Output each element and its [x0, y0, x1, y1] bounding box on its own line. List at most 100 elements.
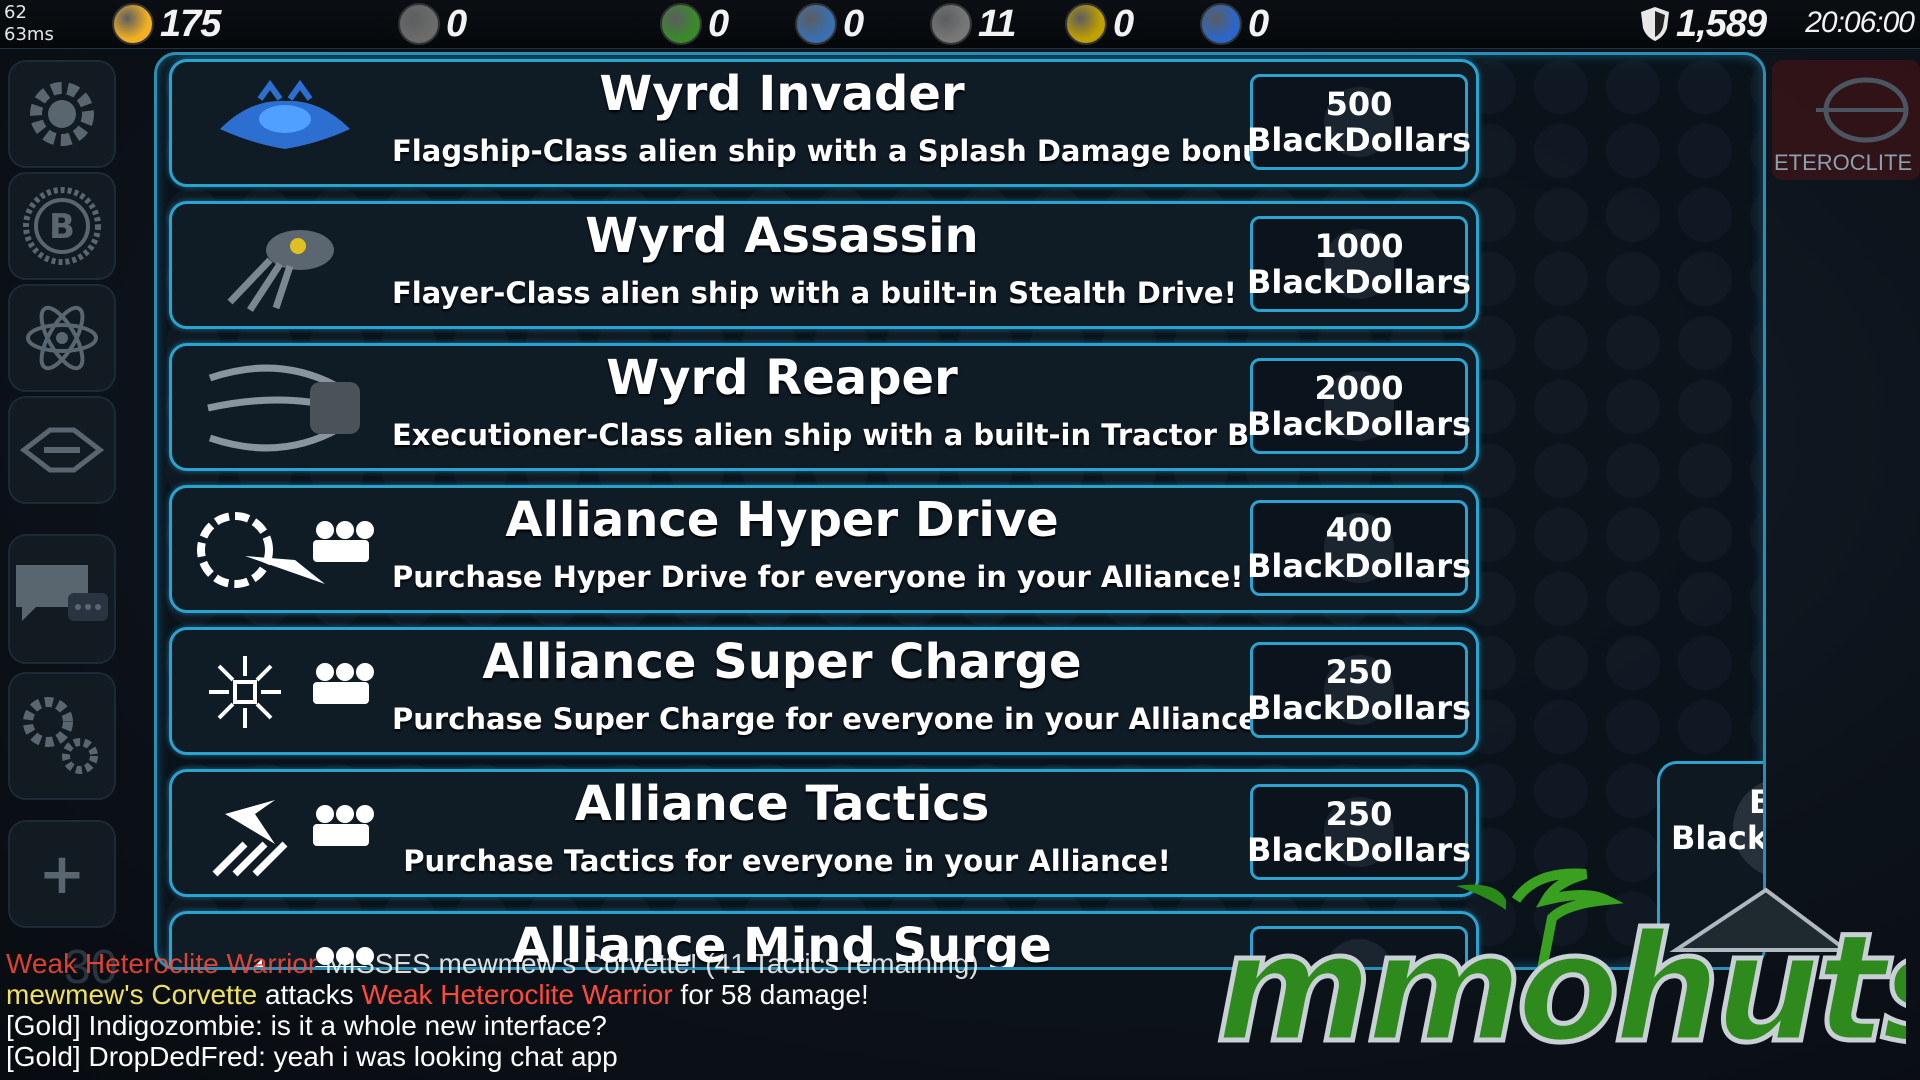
chat-line: [Gold] Indigozombie: is it a whole new i… — [6, 1010, 1186, 1041]
resource-value: 0 — [708, 2, 729, 45]
price-currency: BlackDollars — [1246, 405, 1472, 443]
resource-dark-matter: 11 — [930, 2, 1016, 45]
invader-ship-icon — [190, 72, 380, 176]
enemy-ship-icon — [1816, 77, 1909, 143]
svg-text:mmohuts: mmohuts — [1216, 902, 1906, 1060]
shop-item-wyrd-reaper[interactable]: Wyrd Reaper Executioner-Class alien ship … — [169, 343, 1479, 471]
shop-item-wyrd-invader[interactable]: Wyrd Invader Flagship-Class alien ship wi… — [169, 59, 1479, 187]
reaper-ship-icon — [190, 356, 380, 460]
research-button[interactable] — [8, 284, 116, 392]
chat-log: Weak Heteroclite Warrior MISSES mewmew's… — [6, 948, 1186, 1072]
leaf-icon — [660, 3, 702, 45]
shop-panel: Wyrd Invader Flagship-Class alien ship wi… — [154, 52, 1766, 970]
item-name: Alliance Hyper Drive — [505, 492, 1059, 548]
resource-energy: 0 — [1200, 2, 1269, 45]
price-currency: BlackDollars — [1246, 689, 1472, 727]
price-amount: 500 — [1325, 85, 1393, 123]
plus-icon: + — [38, 841, 86, 907]
atom-icon — [930, 3, 972, 45]
chat-button[interactable] — [8, 534, 116, 664]
resource-value: 0 — [843, 2, 864, 45]
shield-icon — [1641, 7, 1669, 41]
ship-icon — [20, 427, 104, 473]
price-currency: BlackDollars — [1246, 263, 1472, 301]
latency-value: 63ms — [4, 24, 54, 45]
item-description: Purchase Tactics for everyone in your Al… — [403, 844, 1171, 878]
resource-gold: 175 — [112, 2, 221, 45]
shop-item-wyrd-assassin[interactable]: Wyrd Assassin Flayer-Class alien ship wit… — [169, 201, 1479, 329]
enemy-target[interactable]: ETEROCLITE — [1772, 60, 1920, 180]
settings-wrench-button[interactable] — [8, 60, 116, 168]
price-button[interactable]: 250 BlackDollars — [1246, 784, 1472, 880]
gear-wrench-icon — [30, 82, 94, 146]
fleet-button[interactable] — [8, 396, 116, 504]
buy-label-1: Buy — [1749, 784, 1763, 820]
chat-fragment: [Gold] Indigozombie: is it a whole new i… — [6, 1010, 607, 1041]
chat-fragment: attacks — [257, 979, 362, 1010]
resource-radioactive: 0 — [1065, 2, 1134, 45]
settings-button[interactable] — [8, 672, 116, 800]
mmohuts-logo: mmohuts — [1214, 868, 1906, 1060]
shop-item-alliance-super-charge[interactable]: Alliance Super Charge Purchase Super Char… — [169, 627, 1479, 755]
resource-value: 0 — [1113, 2, 1134, 45]
svg-text:B: B — [49, 207, 75, 247]
chat-fragment: for 58 damage! — [672, 979, 869, 1010]
price-amount: 400 — [1325, 511, 1393, 549]
b-coin-icon: B — [23, 187, 101, 265]
price-button[interactable]: 250 BlackDollars — [1246, 642, 1472, 738]
chat-fragment: [Gold] DropDedFred: yeah i was looking c… — [6, 1041, 618, 1072]
item-name: Alliance Tactics — [574, 776, 990, 832]
chat-fragment: Weak Heteroclite Warrior — [6, 948, 318, 979]
price-button[interactable]: 2000 BlackDollars — [1246, 358, 1472, 454]
shop-item-alliance-hyper-drive[interactable]: Alliance Hyper Drive Purchase Hyper Drive… — [169, 485, 1479, 613]
chat-line: [Gold] DropDedFred: yeah i was looking c… — [6, 1041, 1186, 1072]
blackdollar-button[interactable]: B — [8, 172, 116, 280]
resource-crystal: 0 — [795, 2, 864, 45]
item-name: Wyrd Invader — [599, 66, 965, 122]
price-button[interactable]: 1000 BlackDollars — [1246, 216, 1472, 312]
score-display: 1,589 — [1640, 2, 1767, 45]
assassin-ship-icon — [190, 214, 380, 318]
resource-value: 0 — [1248, 2, 1269, 45]
chat-line: mewmew's Corvette attacks Weak Heterocli… — [6, 979, 1186, 1010]
item-description: Executioner-Class alien ship with a buil… — [392, 418, 1332, 452]
radiation-icon — [1065, 3, 1107, 45]
price-amount: 2000 — [1314, 369, 1404, 407]
gears-icon — [23, 697, 98, 774]
energy-icon — [1200, 3, 1242, 45]
price-button[interactable]: 400 BlackDollars — [1247, 500, 1471, 596]
tactics-icon — [190, 782, 380, 886]
chat-fragment: mewmew's Corvette — [6, 979, 258, 1010]
item-description: Purchase Super Charge for everyone in yo… — [392, 702, 1272, 736]
resource-value: 11 — [978, 2, 1016, 45]
gold-coin-icon — [112, 3, 154, 45]
price-button[interactable]: 500 BlackDollars — [1246, 74, 1472, 170]
price-currency: BlackDollars — [1246, 831, 1472, 869]
resource-blackdollars: 0 — [398, 2, 467, 45]
supercharge-icon — [190, 640, 380, 744]
resource-organic: 0 — [660, 2, 729, 45]
perf-readout: 62 63ms — [4, 2, 54, 46]
price-amount: 1000 — [1314, 227, 1404, 265]
chat-fragment: MISSES mewmew's Corvette! (41 Tactics re… — [317, 948, 979, 979]
chat-fragment: Weak Heteroclite Warrior — [361, 979, 673, 1010]
item-description: Flayer-Class alien ship with a built-in … — [392, 276, 1237, 310]
resource-value: 0 — [446, 2, 467, 45]
chat-line: Weak Heteroclite Warrior MISSES mewmew's… — [6, 948, 1186, 979]
top-bar: 62 63ms 175 0 0 0 11 0 0 1,589 20:06:00 — [0, 0, 1920, 49]
buy-label-2: BlackDollars — [1670, 819, 1763, 857]
price-currency: BlackDollars — [1246, 121, 1472, 159]
price-amount: 250 — [1325, 653, 1393, 691]
clock: 20:06:00 — [1805, 6, 1915, 39]
item-name: Wyrd Reaper — [606, 350, 958, 406]
item-description: Flagship-Class alien ship with a Splash … — [392, 134, 1294, 168]
price-amount: 250 — [1325, 795, 1393, 833]
item-description: Purchase Hyper Drive for everyone in you… — [392, 560, 1244, 594]
left-sidebar: B + 30 — [0, 48, 128, 994]
score-value: 1,589 — [1676, 2, 1767, 45]
chat-bubble-icon — [16, 565, 108, 621]
crystal-icon — [795, 3, 837, 45]
resource-value: 175 — [160, 2, 221, 45]
b-coin-icon — [398, 3, 440, 45]
add-button[interactable]: + — [8, 820, 116, 928]
